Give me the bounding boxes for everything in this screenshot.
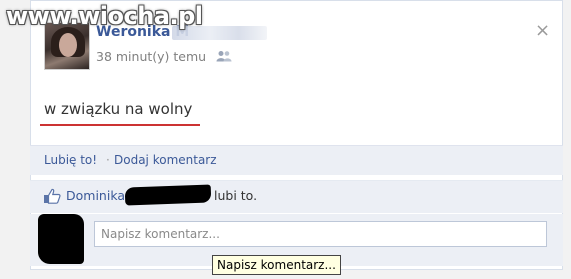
post-timestamp[interactable]: 38 minut(y) temu: [96, 49, 206, 64]
actions-bar: [30, 145, 563, 175]
liker-name-link[interactable]: Dominika: [66, 188, 125, 203]
site-watermark: www.wiocha.pl: [6, 2, 203, 30]
liker-surname-redaction: [124, 184, 212, 206]
add-comment-link[interactable]: Dodaj komentarz: [114, 153, 217, 167]
spellcheck-underline: [40, 124, 200, 126]
comment-input[interactable]: [94, 221, 547, 247]
comment-tooltip: Napisz komentarz...: [212, 255, 341, 275]
status-message: w związku na wolny: [44, 100, 193, 118]
action-separator: ·: [106, 153, 110, 167]
like-link[interactable]: Lubię to!: [44, 153, 97, 167]
avatar-face: [59, 33, 77, 57]
friends-icon[interactable]: [216, 50, 232, 62]
thumbs-up-icon: [44, 188, 61, 204]
commenter-avatar-redacted: [38, 214, 84, 264]
likes-suffix-text: lubi to.: [214, 188, 258, 203]
close-icon[interactable]: ×: [535, 22, 550, 40]
